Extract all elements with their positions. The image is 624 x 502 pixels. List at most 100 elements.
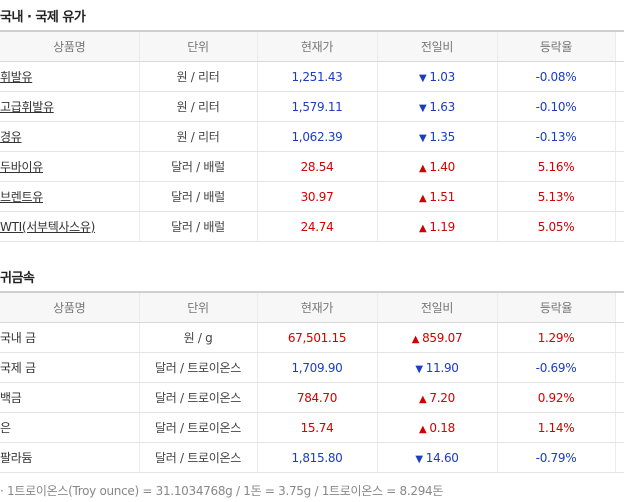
table-row: 브렌트유 달러 / 배럴 30.97 ▲ 1.51 5.13% (0, 181, 624, 212)
change-cell: ▼ 1.35 (376, 121, 497, 152)
unit-cell: 원 / 리터 (138, 61, 257, 92)
oil-table-body: 휘발유 원 / 리터 1,251.43 ▼ 1.03 -0.08% 고급휘발유 원 / 리터 1… (0, 61, 624, 242)
column-edge (614, 412, 624, 443)
change-cell: ▲ 1.40 (376, 151, 497, 182)
column-edge (614, 382, 624, 413)
change-value: 1.35 (429, 129, 455, 144)
column-edge (614, 91, 624, 122)
change-value: 1.51 (429, 189, 455, 204)
table-row: 경유 원 / 리터 1,062.39 ▼ 1.35 -0.13% (0, 121, 624, 152)
table-row: 백금 달러 / 트로이온스 784.70 ▲ 7.20 0.92% (0, 382, 624, 413)
change-value: 1.40 (429, 159, 455, 174)
commodity-name-link[interactable]: WTI(서부텍사스유) (0, 220, 95, 234)
change-rate-cell: -0.08% (496, 61, 615, 92)
commodity-name-cell: 백금 (0, 382, 139, 413)
current-price-cell: 28.54 (256, 151, 377, 182)
commodity-name-link[interactable]: 고급휘발유 (0, 100, 54, 114)
current-price-cell: 24.74 (256, 211, 377, 242)
col-header-price: 현재가 (256, 291, 377, 323)
table-row: 팔라듐 달러 / 트로이온스 1,815.80 ▼ 14.60 -0.79% (0, 442, 624, 473)
col-header-change: 전일비 (376, 291, 497, 323)
metal-table-header: 상품명 단위 현재가 전일비 등락율 (0, 291, 624, 323)
change-value: 7.20 (429, 390, 455, 405)
unit-cell: 원 / 리터 (138, 121, 257, 152)
table-row: 고급휘발유 원 / 리터 1,579.11 ▼ 1.63 -0.10% (0, 91, 624, 122)
current-price-cell: 1,251.43 (256, 61, 377, 92)
change-value: 0.18 (429, 420, 455, 435)
change-value: 14.60 (425, 450, 459, 465)
change-rate-cell: 1.29% (496, 322, 615, 353)
commodity-name-cell: 휘발유 (0, 61, 139, 92)
metal-section-title: 귀금속 (0, 271, 35, 286)
change-value: 1.63 (429, 99, 455, 114)
unit-cell: 달러 / 배럴 (138, 181, 257, 212)
commodity-name-link[interactable]: 두바이유 (0, 160, 43, 174)
current-price-cell: 784.70 (256, 382, 377, 413)
commodity-name-link[interactable]: 경유 (0, 130, 22, 144)
unit-cell: 달러 / 트로이온스 (138, 412, 257, 443)
unit-cell: 달러 / 트로이온스 (138, 442, 257, 473)
column-edge (614, 30, 624, 62)
triangle-up-icon: ▲ (419, 423, 427, 435)
commodity-name-link: 백금 (0, 391, 22, 405)
oil-price-table: 상품명 단위 현재가 전일비 등락율 휘발유 원 / 리터 1,251.43 ▼ 1.0… (0, 30, 624, 242)
commodity-name-cell: 고급휘발유 (0, 91, 139, 122)
col-header-change: 전일비 (376, 30, 497, 62)
commodity-name-cell: 팔라듐 (0, 442, 139, 473)
commodity-name-link: 은 (0, 421, 11, 435)
change-cell: ▲ 1.19 (376, 211, 497, 242)
commodity-name-cell: 국제 금 (0, 352, 139, 383)
col-header-rate: 등락율 (496, 291, 615, 323)
commodity-name-link[interactable]: 휘발유 (0, 70, 33, 84)
change-value: 1.19 (429, 219, 455, 234)
commodity-name-cell: WTI(서부텍사스유) (0, 211, 139, 242)
current-price-cell: 1,815.80 (256, 442, 377, 473)
change-rate-cell: -0.10% (496, 91, 615, 122)
commodity-name-link: 국내 금 (0, 331, 36, 345)
change-cell: ▼ 1.63 (376, 91, 497, 122)
current-price-cell: 1,579.11 (256, 91, 377, 122)
current-price-cell: 15.74 (256, 412, 377, 443)
change-cell: ▼ 1.03 (376, 61, 497, 92)
current-price-cell: 1,062.39 (256, 121, 377, 152)
change-rate-cell: 5.05% (496, 211, 615, 242)
col-header-unit: 단위 (138, 291, 257, 323)
table-row: 국내 금 원 / g 67,501.15 ▲ 859.07 1.29% (0, 322, 624, 353)
column-edge (614, 211, 624, 242)
change-rate-cell: 5.13% (496, 181, 615, 212)
triangle-up-icon: ▲ (419, 222, 427, 234)
column-edge (614, 291, 624, 323)
unit-cell: 달러 / 배럴 (138, 211, 257, 242)
col-header-name: 상품명 (0, 30, 139, 62)
unit-cell: 달러 / 트로이온스 (138, 352, 257, 383)
triangle-down-icon: ▼ (415, 453, 423, 465)
table-row: 은 달러 / 트로이온스 15.74 ▲ 0.18 1.14% (0, 412, 624, 443)
table-row: 휘발유 원 / 리터 1,251.43 ▼ 1.03 -0.08% (0, 61, 624, 92)
column-edge (614, 61, 624, 92)
change-rate-cell: -0.69% (496, 352, 615, 383)
change-value: 859.07 (422, 330, 463, 345)
change-cell: ▲ 7.20 (376, 382, 497, 413)
table-row: WTI(서부텍사스유) 달러 / 배럴 24.74 ▲ 1.19 5.05% (0, 211, 624, 242)
column-edge (614, 442, 624, 473)
oil-section-title: 국내 · 국제 유가 (0, 10, 86, 25)
current-price-cell: 1,709.90 (256, 352, 377, 383)
commodity-name-cell: 브렌트유 (0, 181, 139, 212)
current-price-cell: 67,501.15 (256, 322, 377, 353)
metal-table-body: 국내 금원 / g 67,501.15 ▲ 859.07 1.29% 국제 금 달러 / 트… (0, 322, 624, 473)
triangle-down-icon: ▼ (419, 102, 427, 114)
oil-table-header: 상품명 단위 현재가 전일비 등락율 (0, 30, 624, 62)
column-edge (614, 121, 624, 152)
commodity-name-cell: 국내 금 (0, 322, 139, 353)
unit-cell: 원 / g (138, 322, 257, 353)
table-row: 두바이유 달러 / 배럴 28.54 ▲ 1.40 5.16% (0, 151, 624, 182)
triangle-up-icon: ▲ (419, 192, 427, 204)
triangle-up-icon: ▲ (411, 333, 420, 345)
triangle-up-icon: ▲ (419, 393, 427, 405)
commodity-name-link[interactable]: 브렌트유 (0, 190, 43, 204)
change-rate-cell: -0.79% (496, 442, 615, 473)
change-rate-cell: -0.13% (496, 121, 615, 152)
col-header-name: 상품명 (0, 291, 139, 323)
triangle-down-icon: ▼ (415, 363, 423, 375)
triangle-down-icon: ▼ (419, 132, 427, 144)
